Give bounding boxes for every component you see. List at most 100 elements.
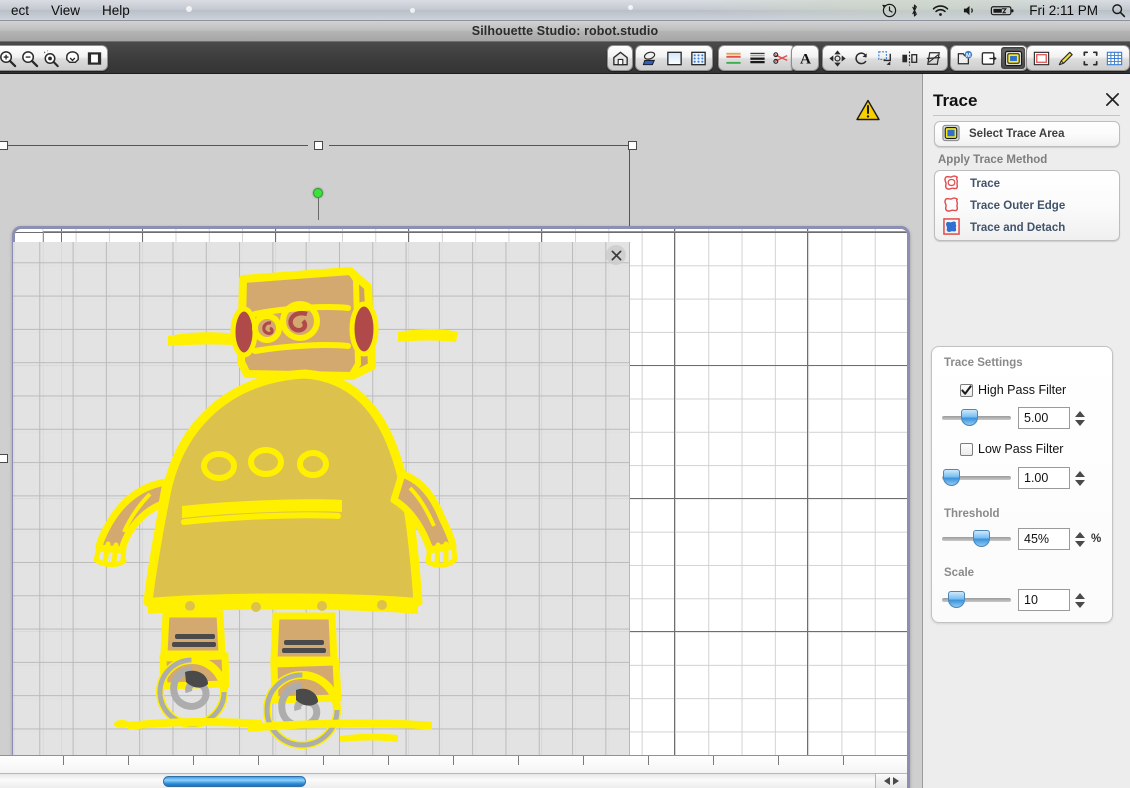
trace-area-selection[interactable]	[13, 242, 630, 788]
selection-handle[interactable]	[0, 141, 8, 150]
zoom-out-icon[interactable]	[19, 47, 41, 69]
low-pass-filter-checkbox[interactable]	[960, 442, 973, 456]
selection-frame-top	[8, 145, 308, 146]
high-pass-filter-control[interactable]: 5.00	[942, 407, 1086, 429]
high-pass-filter-slider[interactable]	[942, 409, 1011, 426]
stepper-down-icon[interactable]	[1075, 540, 1085, 547]
pen-icon[interactable]	[1054, 47, 1079, 69]
close-icon[interactable]	[606, 245, 626, 265]
high-pass-filter-stepper[interactable]	[1074, 407, 1086, 429]
stepper-up-icon[interactable]	[1075, 531, 1085, 538]
stepper-up-icon[interactable]	[1075, 470, 1085, 477]
stepper-up-icon[interactable]	[1075, 410, 1085, 417]
pan-icon[interactable]	[62, 47, 84, 69]
fill-color-icon[interactable]	[745, 47, 769, 69]
stepper-up-icon[interactable]	[1075, 592, 1085, 599]
trace-method-and-detach[interactable]: Trace and Detach	[935, 217, 1119, 239]
grid-settings-icon[interactable]	[686, 47, 710, 69]
low-pass-filter-checkbox-row[interactable]: Low Pass Filter	[960, 442, 1063, 456]
scale-stepper[interactable]	[1074, 589, 1086, 611]
wifi-icon[interactable]	[932, 4, 949, 17]
trace-method-label: Trace and Detach	[970, 222, 1066, 234]
page-setup-icon[interactable]	[662, 47, 686, 69]
warning-triangle-icon[interactable]	[856, 99, 880, 124]
time-machine-icon[interactable]	[882, 3, 897, 18]
scale-icon[interactable]	[873, 47, 897, 69]
threshold-stepper[interactable]	[1074, 528, 1086, 550]
low-pass-filter-control[interactable]: 1.00	[942, 467, 1086, 489]
canvas-workspace[interactable]	[0, 74, 922, 788]
mirror-icon[interactable]	[897, 47, 921, 69]
close-icon[interactable]	[1105, 92, 1120, 110]
stepper-down-icon[interactable]	[1075, 479, 1085, 486]
stepper-down-icon[interactable]	[1075, 419, 1085, 426]
threshold-slider-knob[interactable]	[973, 530, 990, 547]
trace-icon[interactable]	[1001, 47, 1025, 69]
zoom-selection-icon[interactable]	[40, 47, 62, 69]
scroll-left-icon[interactable]	[884, 777, 890, 785]
toolbar-group-style-tools	[718, 45, 796, 71]
scroll-right-icon[interactable]	[893, 777, 899, 785]
menu-item-view[interactable]: View	[40, 0, 91, 21]
trace-settings-group: Trace Settings High Pass Filter 5.00 Low…	[931, 346, 1113, 623]
offset-icon[interactable]	[977, 47, 1001, 69]
threshold-control[interactable]: 45% %	[942, 528, 1101, 550]
threshold-slider[interactable]	[942, 530, 1011, 547]
shear-icon[interactable]	[921, 47, 945, 69]
window-title-bar[interactable]: Silhouette Studio: robot.studio	[0, 21, 1130, 42]
wallpaper-sparkle	[628, 5, 633, 10]
high-pass-filter-checkbox-row[interactable]: High Pass Filter	[960, 383, 1066, 397]
text-icon[interactable]: A	[794, 47, 816, 69]
trace-method-outer-edge[interactable]: Trace Outer Edge	[935, 195, 1119, 217]
select-trace-area-button[interactable]: Select Trace Area	[934, 121, 1120, 147]
threshold-value[interactable]: 45%	[1018, 528, 1070, 550]
low-pass-filter-stepper[interactable]	[1074, 467, 1086, 489]
selection-handle[interactable]	[314, 141, 323, 150]
horizontal-scroll-arrows[interactable]	[875, 773, 907, 788]
zoom-in-icon[interactable]	[0, 47, 19, 69]
modify-icon[interactable]: M	[953, 47, 977, 69]
line-color-icon[interactable]	[721, 47, 745, 69]
rectangle-icon[interactable]	[1029, 47, 1054, 69]
window-title: Silhouette Studio: robot.studio	[471, 24, 659, 38]
rotate-handle[interactable]	[313, 188, 323, 198]
rotate-icon[interactable]	[849, 47, 873, 69]
selection-frame-top	[329, 145, 629, 146]
volume-icon[interactable]	[962, 4, 977, 17]
menu-bar-clock[interactable]: Fri 2:11 PM	[1029, 3, 1098, 18]
scale-value[interactable]: 10	[1018, 589, 1070, 611]
horizontal-scrollbar-thumb[interactable]	[163, 776, 306, 787]
horizontal-scrollbar[interactable]	[0, 773, 907, 788]
trace-method-trace[interactable]: Trace	[935, 173, 1119, 195]
trace-area-grid	[13, 242, 629, 788]
trace-settings-title: Trace Settings	[944, 357, 1023, 369]
menu-item-help[interactable]: Help	[91, 0, 141, 21]
selection-handle[interactable]	[0, 454, 8, 463]
scale-control[interactable]: 10	[942, 589, 1086, 611]
toolbar-group-text-tools: A	[791, 45, 819, 71]
high-pass-filter-checkbox[interactable]	[960, 383, 973, 397]
select-trace-area-label: Select Trace Area	[969, 128, 1065, 140]
send-to-silhouette-icon[interactable]	[638, 47, 662, 69]
cut-settings-icon[interactable]	[610, 47, 630, 69]
high-pass-filter-label: High Pass Filter	[978, 383, 1067, 397]
stepper-down-icon[interactable]	[1075, 601, 1085, 608]
selection-handle[interactable]	[628, 141, 637, 150]
spotlight-search-icon[interactable]	[1111, 3, 1126, 18]
low-pass-filter-value[interactable]: 1.00	[1018, 467, 1070, 489]
scale-slider[interactable]	[942, 591, 1011, 608]
select-trace-area-icon	[942, 124, 960, 145]
menu-item-edit[interactable]: ect	[0, 0, 40, 21]
high-pass-filter-value[interactable]: 5.00	[1018, 407, 1070, 429]
knife-icon[interactable]	[1078, 47, 1103, 69]
bluetooth-icon[interactable]	[910, 3, 919, 18]
battery-icon[interactable]	[990, 4, 1016, 17]
scale-slider-knob[interactable]	[948, 591, 965, 608]
move-icon[interactable]	[825, 47, 849, 69]
grid-icon[interactable]	[1103, 47, 1128, 69]
low-pass-filter-slider[interactable]	[942, 469, 1011, 486]
line-style-icon[interactable]	[769, 47, 793, 69]
high-pass-filter-slider-knob[interactable]	[961, 409, 978, 426]
fit-to-window-icon[interactable]	[83, 47, 105, 69]
low-pass-filter-slider-knob[interactable]	[943, 469, 960, 486]
